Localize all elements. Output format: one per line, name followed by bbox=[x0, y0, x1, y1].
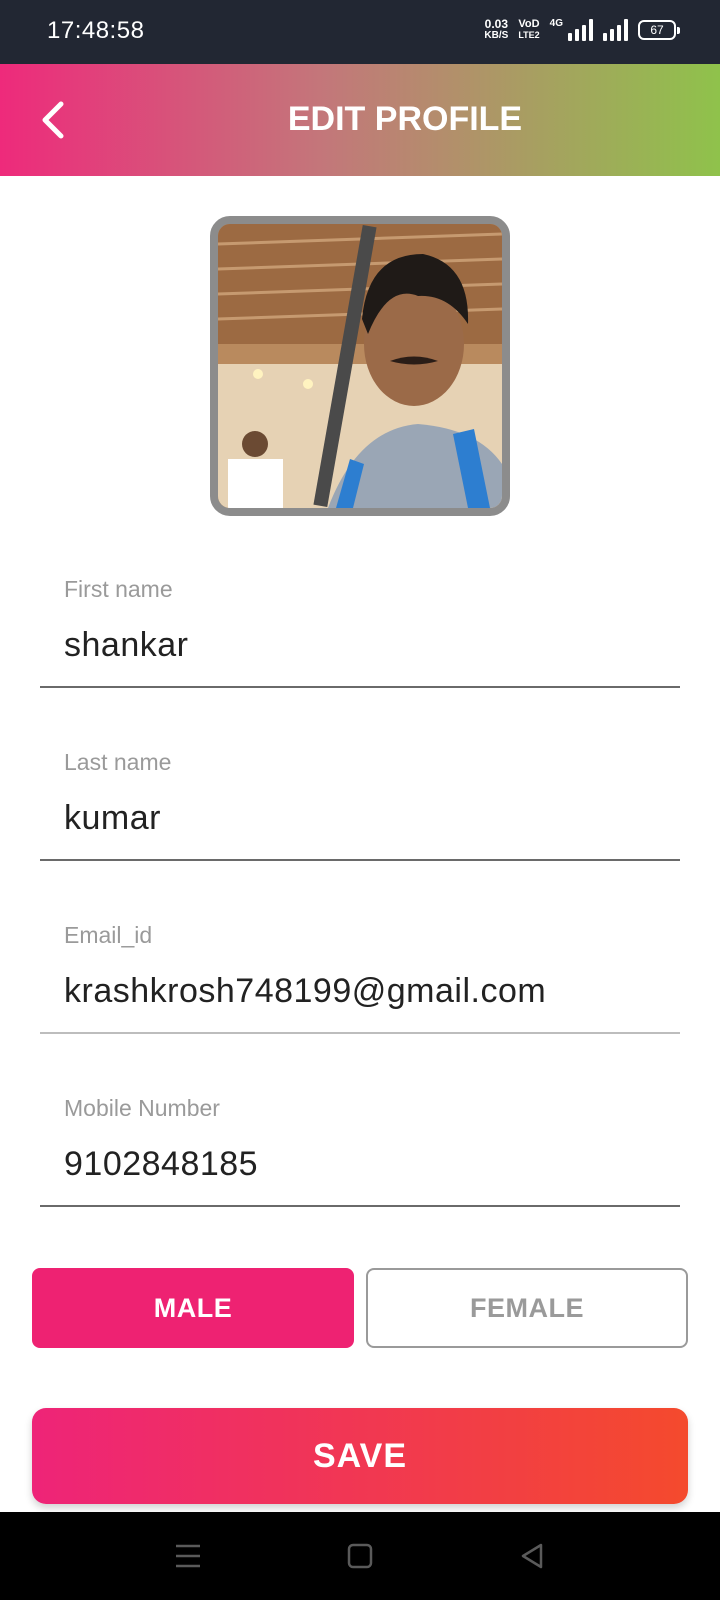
mobile-number-underline bbox=[40, 1205, 680, 1207]
signal-4g-icon: 4G bbox=[550, 19, 593, 41]
volte-bottom: LTE2 bbox=[518, 30, 540, 40]
last-name-underline bbox=[40, 859, 680, 861]
mobile-number-label: Mobile Number bbox=[64, 1095, 220, 1121]
app-header: EDIT PROFILE bbox=[0, 64, 720, 176]
first-name-label: First name bbox=[64, 576, 173, 602]
battery-icon: 67 bbox=[638, 20, 680, 40]
system-nav-bar bbox=[0, 1512, 720, 1600]
profile-photo-image bbox=[218, 224, 502, 508]
email-underline bbox=[40, 1032, 680, 1034]
signal-strength-icon bbox=[603, 19, 628, 41]
recent-apps-button[interactable] bbox=[166, 1534, 210, 1578]
female-button[interactable]: FEMALE bbox=[366, 1268, 688, 1348]
volte-icon: VoD LTE2 bbox=[518, 19, 539, 41]
home-square-icon bbox=[347, 1543, 373, 1569]
status-bar: 17:48:58 0.03 KB/S VoD LTE2 4G 67 bbox=[0, 0, 720, 64]
first-name-input[interactable]: shankar bbox=[64, 626, 188, 665]
system-back-button[interactable] bbox=[510, 1534, 554, 1578]
last-name-label: Last name bbox=[64, 749, 172, 775]
email-input[interactable]: krashkrosh748199@gmail.com bbox=[64, 972, 546, 1011]
network-type: 4G bbox=[549, 18, 563, 29]
male-button[interactable]: MALE bbox=[32, 1268, 354, 1348]
mobile-number-input[interactable]: 9102848185 bbox=[64, 1145, 258, 1184]
back-triangle-icon bbox=[521, 1543, 543, 1569]
email-label: Email_id bbox=[64, 922, 153, 948]
page-title: EDIT PROFILE bbox=[287, 100, 523, 138]
last-name-input[interactable]: kumar bbox=[64, 799, 161, 838]
battery-level: 67 bbox=[650, 23, 664, 37]
menu-icon bbox=[176, 1544, 200, 1568]
first-name-underline bbox=[40, 686, 680, 688]
status-icons: 0.03 KB/S VoD LTE2 4G 67 bbox=[484, 18, 680, 42]
network-speed-unit: KB/S bbox=[484, 30, 509, 41]
network-speed-value: 0.03 bbox=[484, 17, 509, 31]
home-button[interactable] bbox=[338, 1534, 382, 1578]
save-button[interactable]: SAVE bbox=[32, 1408, 688, 1504]
volte-top: VoD bbox=[518, 18, 540, 30]
profile-photo[interactable] bbox=[210, 216, 510, 516]
network-speed: 0.03 KB/S bbox=[484, 18, 508, 42]
status-time: 17:48:58 bbox=[47, 17, 145, 44]
